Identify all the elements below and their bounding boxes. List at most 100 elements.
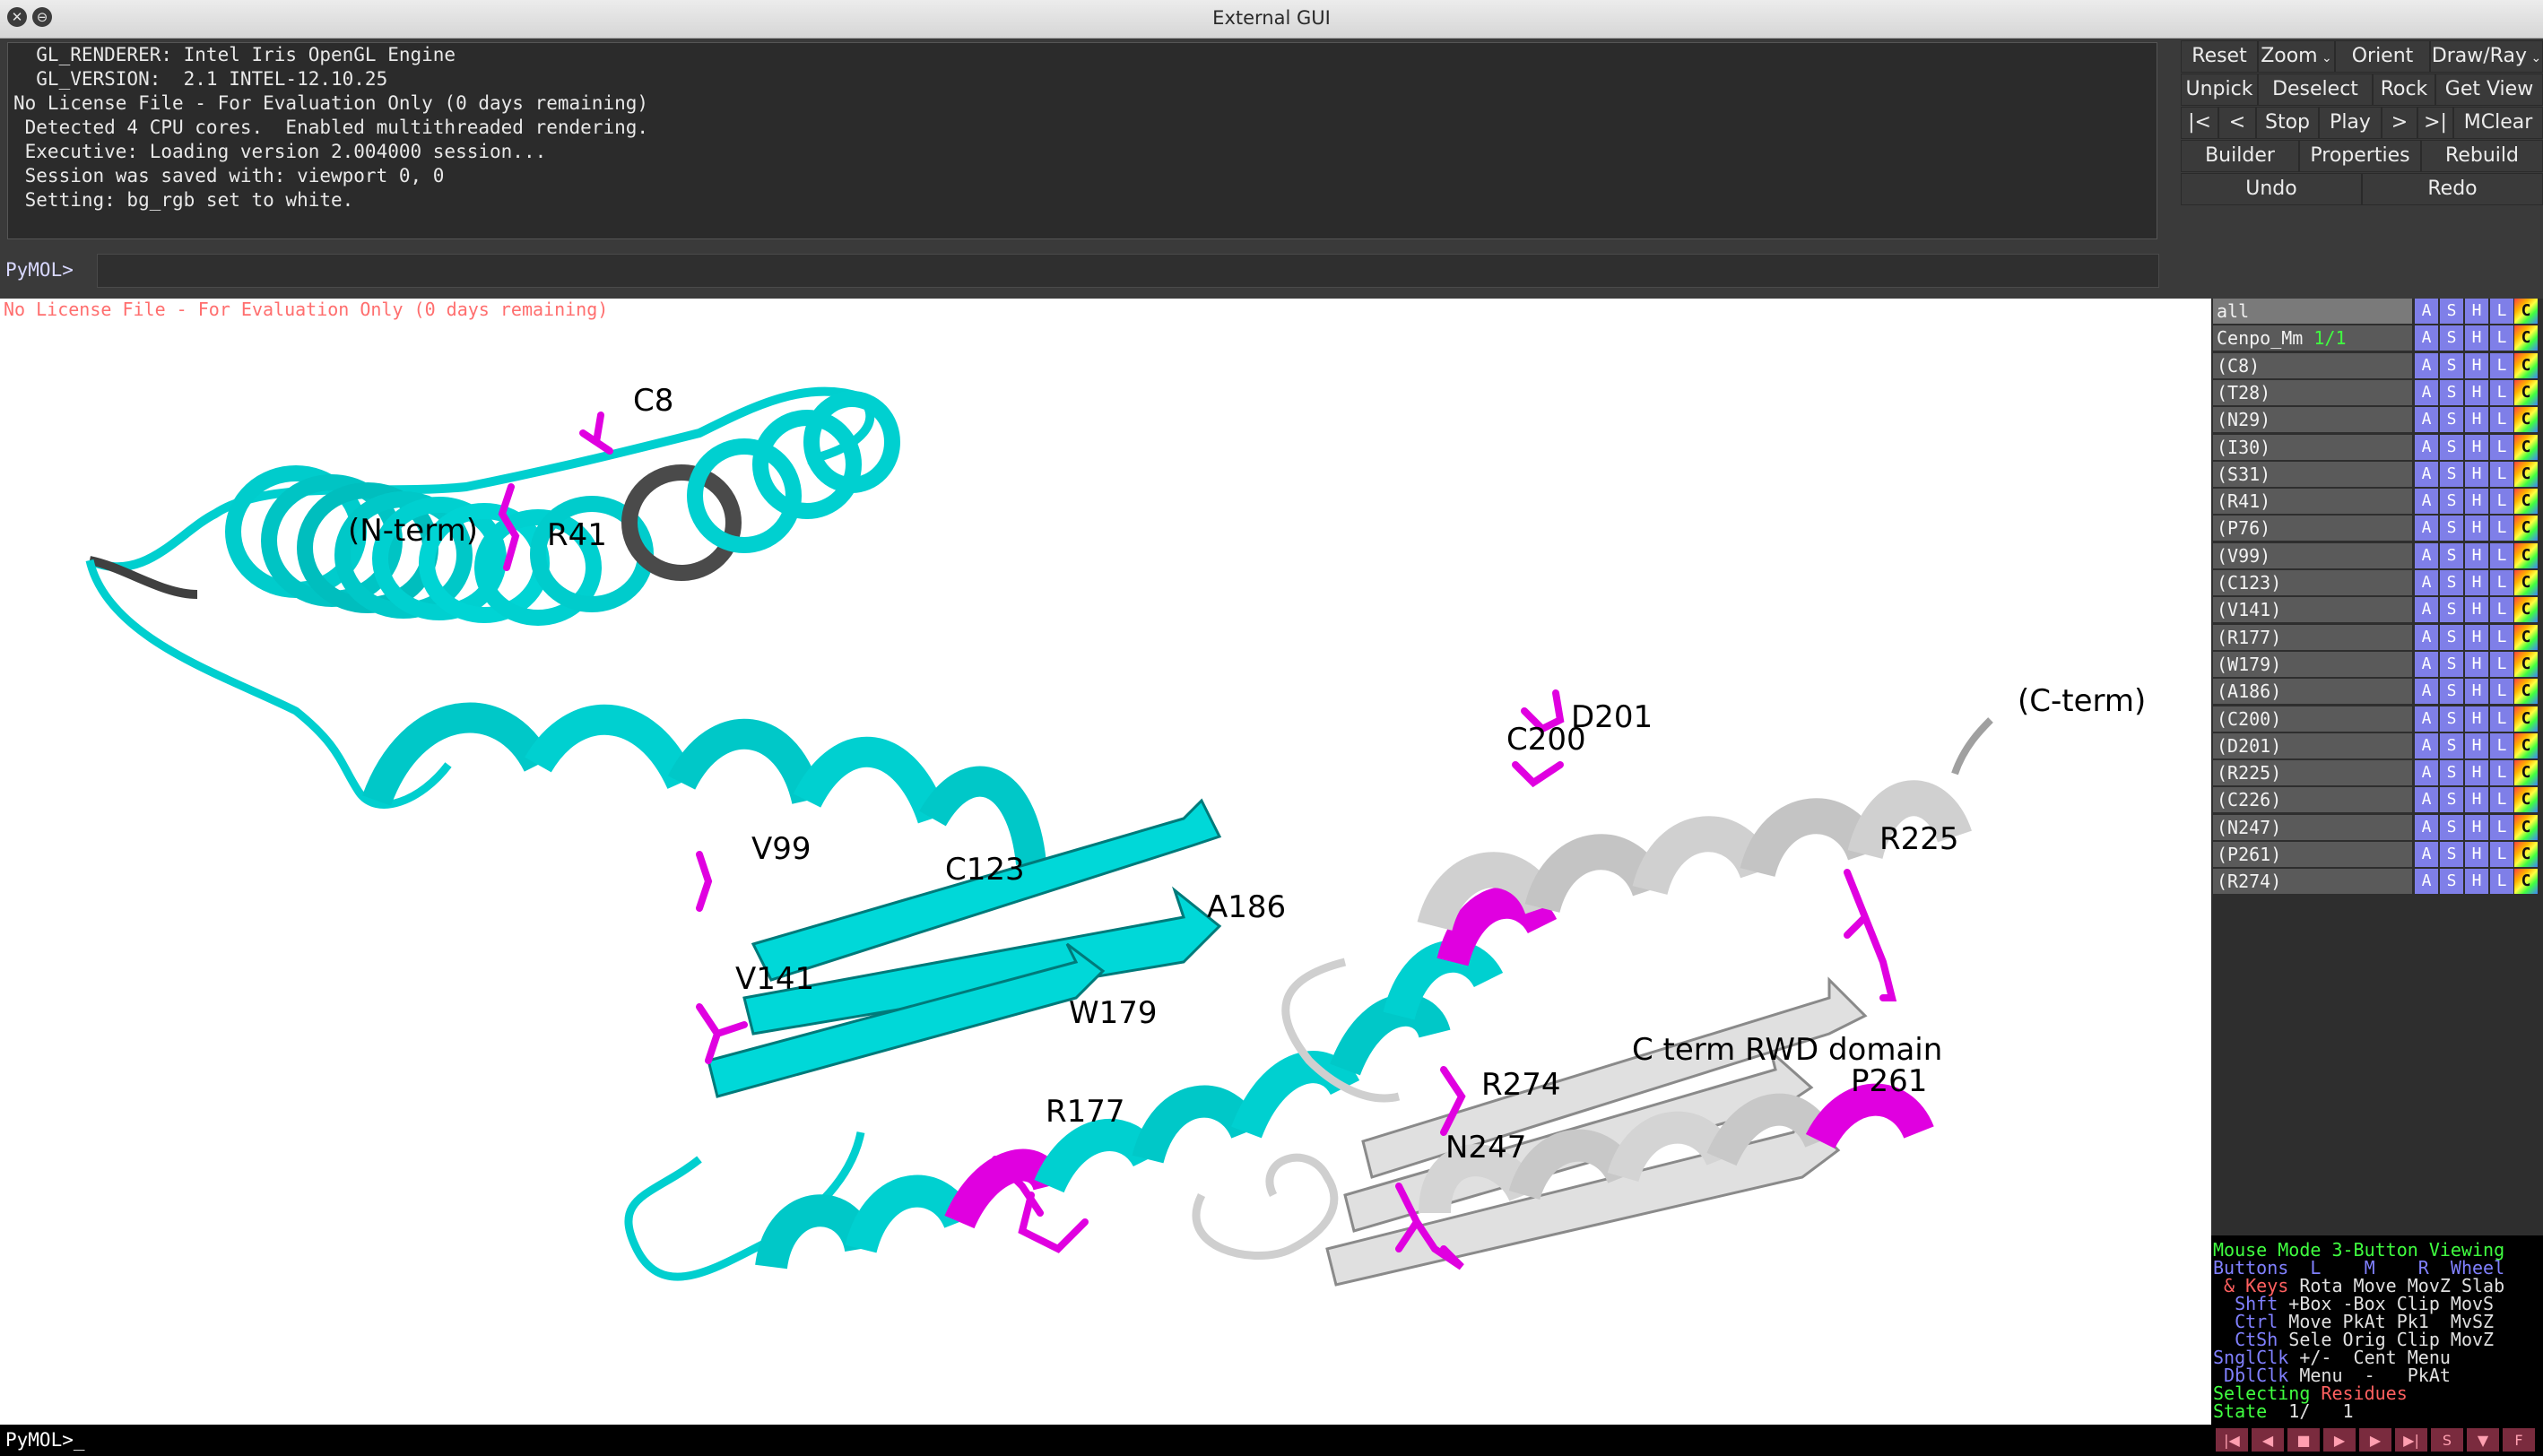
color-button[interactable]: C [2514, 814, 2538, 840]
show-button[interactable]: S [2439, 624, 2463, 650]
label-button[interactable]: L [2489, 379, 2513, 405]
hide-button[interactable]: H [2464, 732, 2488, 758]
object-name[interactable]: (R177) [2213, 624, 2412, 650]
hide-button[interactable]: H [2464, 542, 2488, 568]
object-name[interactable]: (P261) [2213, 842, 2412, 867]
color-button[interactable]: C [2514, 570, 2538, 595]
reset-button[interactable]: Reset [2181, 40, 2258, 73]
molecule-viewer[interactable]: No License File - For Evaluation Only (0… [0, 299, 2211, 1425]
protein-cartoon[interactable]: C8 (N-term) R41 V99 C123 V141 A186 W179 … [0, 299, 2211, 1425]
command-input[interactable] [97, 254, 2159, 288]
color-button[interactable]: C [2514, 299, 2538, 324]
color-button[interactable]: C [2514, 461, 2538, 487]
show-button[interactable]: S [2439, 542, 2463, 568]
dropdown-icon[interactable]: ▼ [2466, 1427, 2500, 1452]
show-button[interactable]: S [2439, 597, 2463, 623]
object-name[interactable]: (R274) [2213, 869, 2412, 895]
action-button[interactable]: A [2414, 651, 2438, 677]
hide-button[interactable]: H [2464, 325, 2488, 351]
action-button[interactable]: A [2414, 542, 2438, 568]
show-button[interactable]: S [2439, 570, 2463, 595]
object-name[interactable]: (R41) [2213, 489, 2412, 515]
hide-button[interactable]: H [2464, 434, 2488, 460]
object-name[interactable]: (N29) [2213, 407, 2412, 433]
action-button[interactable]: A [2414, 732, 2438, 758]
hide-button[interactable]: H [2464, 570, 2488, 595]
label-button[interactable]: L [2489, 869, 2513, 895]
mclear-button[interactable]: MClear [2453, 107, 2543, 139]
action-button[interactable]: A [2414, 407, 2438, 433]
show-button[interactable]: S [2439, 461, 2463, 487]
action-button[interactable]: A [2414, 516, 2438, 542]
color-button[interactable]: C [2514, 597, 2538, 623]
rebuild-button[interactable]: Rebuild [2421, 140, 2543, 172]
object-name[interactable]: (C123) [2213, 570, 2412, 595]
color-button[interactable]: C [2514, 434, 2538, 460]
hide-button[interactable]: H [2464, 760, 2488, 786]
action-button[interactable]: A [2414, 842, 2438, 867]
color-button[interactable]: C [2514, 379, 2538, 405]
action-button[interactable]: A [2414, 489, 2438, 515]
color-button[interactable]: C [2514, 489, 2538, 515]
label-button[interactable]: L [2489, 570, 2513, 595]
first-frame-icon[interactable]: |◀ [2215, 1427, 2249, 1452]
play-icon[interactable]: ▶ [2322, 1427, 2356, 1452]
get-view-button[interactable]: Get View [2435, 74, 2543, 106]
label-button[interactable]: L [2489, 651, 2513, 677]
hide-button[interactable]: H [2464, 461, 2488, 487]
show-button[interactable]: S [2439, 651, 2463, 677]
label-button[interactable]: L [2489, 542, 2513, 568]
action-button[interactable]: A [2414, 706, 2438, 732]
object-name[interactable]: (W179) [2213, 651, 2412, 677]
hide-button[interactable]: H [2464, 814, 2488, 840]
hide-button[interactable]: H [2464, 516, 2488, 542]
action-button[interactable]: A [2414, 624, 2438, 650]
object-name[interactable]: (D201) [2213, 732, 2412, 758]
show-button[interactable]: S [2439, 489, 2463, 515]
show-button[interactable]: S [2439, 706, 2463, 732]
object-name[interactable]: (S31) [2213, 461, 2412, 487]
next-frame-button[interactable]: > [2382, 107, 2417, 139]
stop-button[interactable]: Stop [2256, 107, 2319, 139]
forward-icon[interactable]: ▶ [2358, 1427, 2392, 1452]
show-button[interactable]: S [2439, 679, 2463, 705]
color-button[interactable]: C [2514, 842, 2538, 867]
color-button[interactable]: C [2514, 760, 2538, 786]
orient-button[interactable]: Orient [2335, 40, 2430, 73]
label-button[interactable]: L [2489, 461, 2513, 487]
show-button[interactable]: S [2439, 325, 2463, 351]
action-button[interactable]: A [2414, 760, 2438, 786]
last-frame-button[interactable]: >| [2417, 107, 2453, 139]
object-name[interactable]: (V99) [2213, 542, 2412, 568]
color-button[interactable]: C [2514, 516, 2538, 542]
label-button[interactable]: L [2489, 787, 2513, 813]
show-button[interactable]: S [2439, 299, 2463, 324]
undo-button[interactable]: Undo [2181, 173, 2362, 205]
show-button[interactable]: S [2439, 516, 2463, 542]
hide-button[interactable]: H [2464, 651, 2488, 677]
label-button[interactable]: L [2489, 760, 2513, 786]
color-button[interactable]: C [2514, 706, 2538, 732]
action-button[interactable]: A [2414, 597, 2438, 623]
hide-button[interactable]: H [2464, 787, 2488, 813]
action-button[interactable]: A [2414, 325, 2438, 351]
label-button[interactable]: L [2489, 706, 2513, 732]
label-button[interactable]: L [2489, 352, 2513, 378]
label-button[interactable]: L [2489, 516, 2513, 542]
object-name[interactable]: Cenpo_Mm 1/1 [2213, 325, 2412, 351]
hide-button[interactable]: H [2464, 842, 2488, 867]
label-button[interactable]: L [2489, 624, 2513, 650]
action-button[interactable]: A [2414, 461, 2438, 487]
first-frame-button[interactable]: |< [2181, 107, 2218, 139]
action-button[interactable]: A [2414, 352, 2438, 378]
zoom-button[interactable]: Zoom ⌄ [2258, 40, 2335, 73]
color-button[interactable]: C [2514, 651, 2538, 677]
show-button[interactable]: S [2439, 869, 2463, 895]
unpick-button[interactable]: Unpick [2181, 74, 2258, 106]
object-name[interactable]: (A186) [2213, 679, 2412, 705]
label-button[interactable]: L [2489, 679, 2513, 705]
action-button[interactable]: A [2414, 379, 2438, 405]
show-button[interactable]: S [2439, 842, 2463, 867]
hide-button[interactable]: H [2464, 352, 2488, 378]
color-button[interactable]: C [2514, 624, 2538, 650]
